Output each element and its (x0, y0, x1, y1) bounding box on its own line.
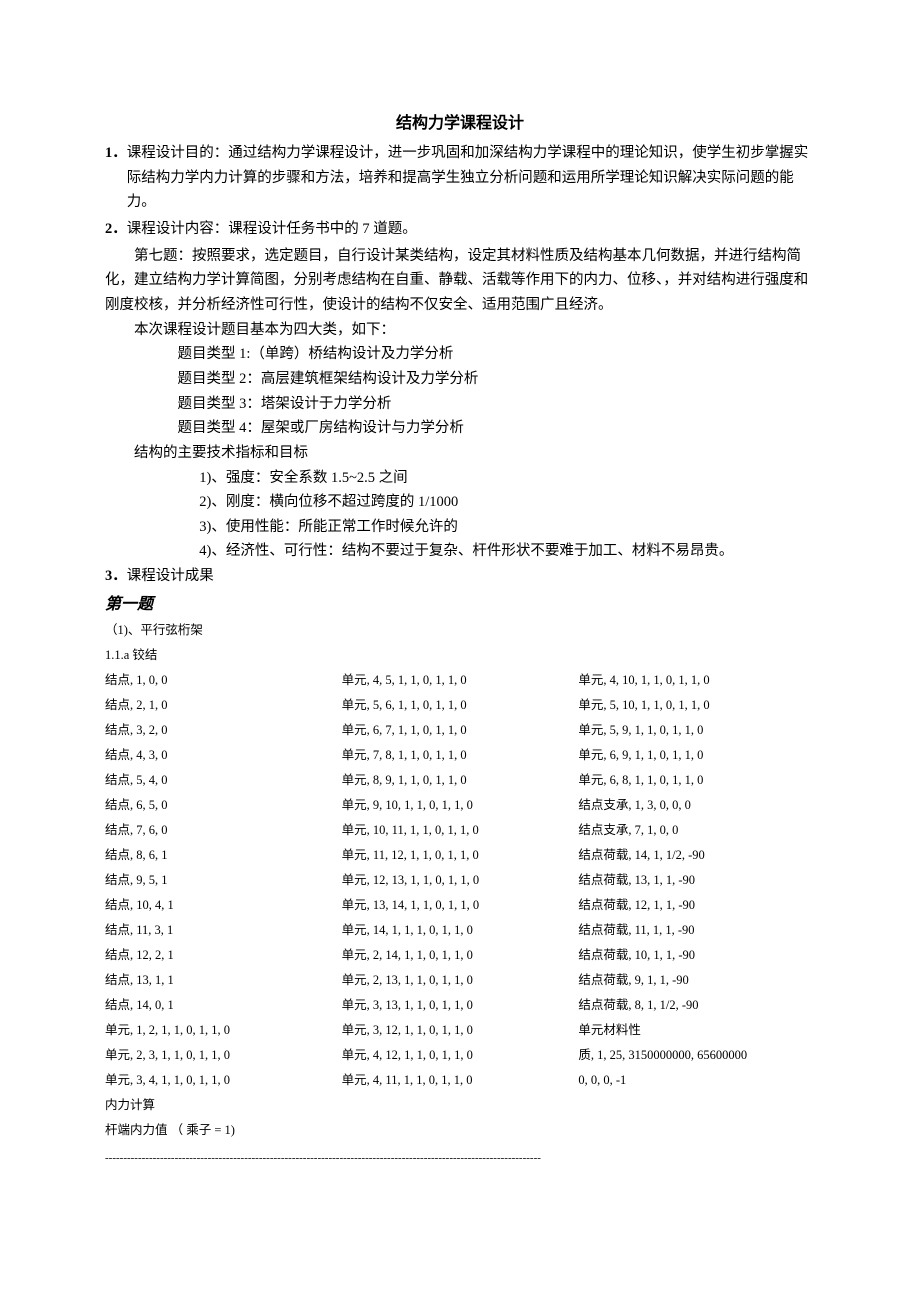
indicator-2: 2)、刚度：横向位移不超过跨度的 1/1000 (199, 490, 815, 515)
section-2-text: 课程设计内容：课程设计任务书中的 7 道题。 (127, 217, 815, 242)
q1-heading: 第一题 (105, 591, 815, 618)
data-line: 结点荷载, 11, 1, 1, -90 (578, 918, 815, 943)
data-line: 单元, 13, 14, 1, 1, 0, 1, 1, 0 (342, 893, 579, 918)
data-line: 单元, 12, 13, 1, 1, 0, 1, 1, 0 (342, 868, 579, 893)
data-col-1: 结点, 1, 0, 0结点, 2, 1, 0结点, 3, 2, 0结点, 4, … (105, 668, 342, 1093)
section-2-num: 2． (105, 217, 127, 242)
section-3-num: 3． (105, 564, 127, 589)
data-line: 单元, 2, 14, 1, 1, 0, 1, 1, 0 (342, 943, 579, 968)
data-line: 单元, 8, 9, 1, 1, 0, 1, 1, 0 (342, 768, 579, 793)
data-line: 单元, 11, 12, 1, 1, 0, 1, 1, 0 (342, 843, 579, 868)
data-line: 单元, 14, 1, 1, 1, 0, 1, 1, 0 (342, 918, 579, 943)
data-line: 结点荷载, 10, 1, 1, -90 (578, 943, 815, 968)
section-3: 3． 课程设计成果 (105, 564, 815, 589)
data-col-3: 单元, 4, 10, 1, 1, 0, 1, 1, 0单元, 5, 10, 1,… (578, 668, 815, 1093)
data-line: 单元, 9, 10, 1, 1, 0, 1, 1, 0 (342, 793, 579, 818)
q1-foot1: 内力计算 (105, 1093, 815, 1118)
section-2-p3: 结构的主要技术指标和目标 (134, 441, 815, 466)
indicator-4: 4)、经济性、可行性：结构不要过于复杂、杆件形状不要难于加工、材料不易昂贵。 (199, 539, 815, 564)
section-1-text: 课程设计目的：通过结构力学课程设计，进一步巩固和加深结构力学课程中的理论知识，使… (127, 141, 815, 215)
data-line: 单元, 4, 11, 1, 1, 0, 1, 1, 0 (342, 1068, 579, 1093)
data-line: 单元材料性 (578, 1018, 815, 1043)
topic-type-4: 题目类型 4：屋架或厂房结构设计与力学分析 (178, 416, 816, 441)
data-line: 单元, 3, 4, 1, 1, 0, 1, 1, 0 (105, 1068, 342, 1093)
indicator-3: 3)、使用性能：所能正常工作时候允许的 (199, 515, 815, 540)
data-line: 结点荷载, 9, 1, 1, -90 (578, 968, 815, 993)
data-line: 结点, 2, 1, 0 (105, 693, 342, 718)
data-line: 单元, 5, 10, 1, 1, 0, 1, 1, 0 (578, 693, 815, 718)
data-line: 结点荷载, 8, 1, 1/2, -90 (578, 993, 815, 1018)
data-line: 结点荷载, 12, 1, 1, -90 (578, 893, 815, 918)
data-columns: 结点, 1, 0, 0结点, 2, 1, 0结点, 3, 2, 0结点, 4, … (105, 668, 815, 1093)
data-line: 单元, 7, 8, 1, 1, 0, 1, 1, 0 (342, 743, 579, 768)
data-col-2: 单元, 4, 5, 1, 1, 0, 1, 1, 0单元, 5, 6, 1, 1… (342, 668, 579, 1093)
data-line: 结点, 8, 6, 1 (105, 843, 342, 868)
data-line: 质, 1, 25, 3150000000, 65600000 (578, 1043, 815, 1068)
topic-type-3: 题目类型 3：塔架设计于力学分析 (178, 392, 816, 417)
data-line: 结点, 4, 3, 0 (105, 743, 342, 768)
data-line: 结点荷载, 13, 1, 1, -90 (578, 868, 815, 893)
data-line: 单元, 3, 13, 1, 1, 0, 1, 1, 0 (342, 993, 579, 1018)
data-line: 结点荷载, 14, 1, 1/2, -90 (578, 843, 815, 868)
data-line: 单元, 1, 2, 1, 1, 0, 1, 1, 0 (105, 1018, 342, 1043)
data-line: 结点, 13, 1, 1 (105, 968, 342, 993)
data-line: 单元, 6, 7, 1, 1, 0, 1, 1, 0 (342, 718, 579, 743)
data-line: 结点, 10, 4, 1 (105, 893, 342, 918)
q1-foot2: 杆端内力值 （ 乘子 = 1) (105, 1118, 815, 1143)
data-line: 结点, 14, 0, 1 (105, 993, 342, 1018)
section-1-num: 1． (105, 141, 127, 166)
data-line: 单元, 5, 6, 1, 1, 0, 1, 1, 0 (342, 693, 579, 718)
data-line: 单元, 10, 11, 1, 1, 0, 1, 1, 0 (342, 818, 579, 843)
data-line: 结点, 7, 6, 0 (105, 818, 342, 843)
q1-sub2: 1.1.a 铰结 (105, 643, 815, 668)
data-line: 结点, 6, 5, 0 (105, 793, 342, 818)
data-line: 单元, 4, 5, 1, 1, 0, 1, 1, 0 (342, 668, 579, 693)
topic-type-2: 题目类型 2：高层建筑框架结构设计及力学分析 (178, 367, 816, 392)
page-title: 结构力学课程设计 (105, 110, 815, 137)
data-line: 结点, 1, 0, 0 (105, 668, 342, 693)
data-line: 单元, 4, 10, 1, 1, 0, 1, 1, 0 (578, 668, 815, 693)
section-2-p1: 第七题：按照要求，选定题目，自行设计某类结构，设定其材料性质及结构基本几何数据，… (105, 244, 815, 318)
data-line: 单元, 3, 12, 1, 1, 0, 1, 1, 0 (342, 1018, 579, 1043)
section-2-p2: 本次课程设计题目基本为四大类，如下： (105, 318, 815, 343)
data-line: 0, 0, 0, -1 (578, 1068, 815, 1093)
data-line: 结点, 3, 2, 0 (105, 718, 342, 743)
data-line: 单元, 2, 3, 1, 1, 0, 1, 1, 0 (105, 1043, 342, 1068)
data-line: 结点, 9, 5, 1 (105, 868, 342, 893)
data-line: 结点支承, 1, 3, 0, 0, 0 (578, 793, 815, 818)
topic-type-1: 题目类型 1:（单跨）桥结构设计及力学分析 (178, 342, 816, 367)
divider-line: ----------------------------------------… (105, 1149, 815, 1168)
data-line: 单元, 6, 9, 1, 1, 0, 1, 1, 0 (578, 743, 815, 768)
data-line: 结点, 11, 3, 1 (105, 918, 342, 943)
section-1: 1． 课程设计目的：通过结构力学课程设计，进一步巩固和加深结构力学课程中的理论知… (105, 141, 815, 215)
q1-sub1: （1)、平行弦桁架 (105, 618, 815, 643)
indicator-1: 1)、强度：安全系数 1.5~2.5 之间 (199, 466, 815, 491)
section-2: 2． 课程设计内容：课程设计任务书中的 7 道题。 (105, 217, 815, 242)
section-3-text: 课程设计成果 (127, 564, 815, 589)
data-line: 单元, 2, 13, 1, 1, 0, 1, 1, 0 (342, 968, 579, 993)
data-line: 结点, 12, 2, 1 (105, 943, 342, 968)
data-line: 单元, 6, 8, 1, 1, 0, 1, 1, 0 (578, 768, 815, 793)
data-line: 单元, 5, 9, 1, 1, 0, 1, 1, 0 (578, 718, 815, 743)
data-line: 单元, 4, 12, 1, 1, 0, 1, 1, 0 (342, 1043, 579, 1068)
data-line: 结点, 5, 4, 0 (105, 768, 342, 793)
data-line: 结点支承, 7, 1, 0, 0 (578, 818, 815, 843)
